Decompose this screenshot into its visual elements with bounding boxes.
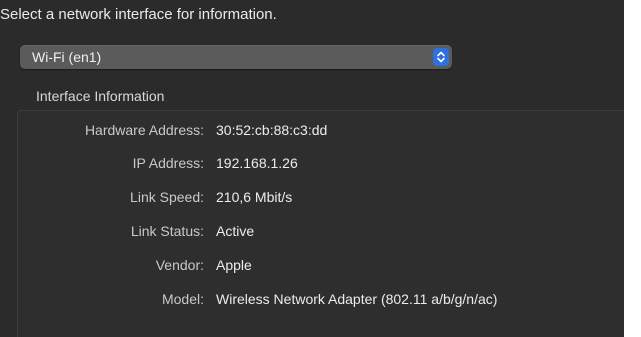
info-label: Hardware Address: [84,122,204,138]
info-value: 210,6 Mbit/s [216,189,293,205]
info-label: Link Status: [130,223,204,239]
info-label: IP Address: [132,155,204,171]
info-label: Vendor: [155,257,204,273]
section-title: Interface Information [36,88,165,104]
network-utility-window: Select a network interface for informati… [0,0,624,337]
info-value: 192.168.1.26 [216,155,298,171]
info-value: Active [216,223,255,239]
interface-popup-value: Wi-Fi (en1) [32,49,102,65]
info-label: Link Speed: [130,189,204,205]
interface-info-box: Hardware Address: 30:52:cb:88:c3:dd IP A… [17,110,624,337]
info-value: 30:52:cb:88:c3:dd [216,122,328,138]
info-value: Wireless Network Adapter (802.11 a/b/g/n… [216,291,498,307]
interface-popup-button[interactable]: Wi-Fi (en1) [20,45,452,69]
chevron-up-down-icon [433,48,449,66]
info-label: Model: [161,291,204,307]
info-value: Apple [216,257,252,273]
instruction-text: Select a network interface for informati… [0,6,277,23]
